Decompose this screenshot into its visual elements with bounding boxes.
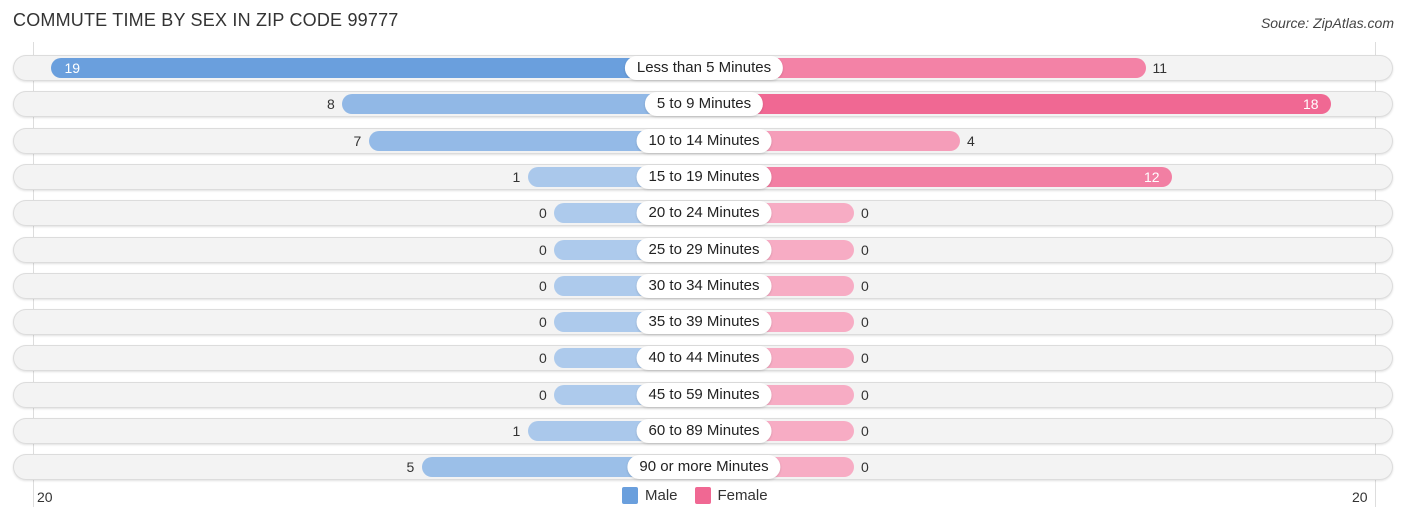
female-value-label: 0	[861, 277, 869, 294]
category-label: 5 to 9 Minutes	[644, 92, 764, 117]
male-value-label: 7	[353, 132, 362, 149]
category-label: 20 to 24 Minutes	[636, 201, 772, 226]
category-label: 60 to 89 Minutes	[636, 419, 772, 443]
legend-label-female: Female	[717, 487, 768, 504]
male-value-label: 1	[512, 423, 521, 439]
category-label: 25 to 29 Minutes	[636, 237, 772, 262]
category-label: 15 to 19 Minutes	[636, 164, 772, 189]
male-bar[interactable]	[50, 58, 714, 78]
female-value-label: 18	[1303, 96, 1319, 113]
category-label: 90 or more Minutes	[627, 455, 781, 480]
female-value-label: 0	[861, 386, 869, 403]
category-label: 10 to 14 Minutes	[636, 128, 772, 153]
female-value-label: 0	[861, 241, 869, 258]
male-value-label: 0	[539, 241, 547, 258]
category-label: 30 to 34 Minutes	[636, 273, 772, 298]
category-label: 40 to 44 Minutes	[636, 346, 772, 371]
female-value-label: 11	[1152, 60, 1168, 76]
female-value-label: 0	[861, 459, 869, 476]
legend-label-male: Male	[645, 487, 678, 504]
legend-item-female[interactable]: Female	[694, 487, 768, 504]
legend-swatch-female	[694, 487, 711, 504]
left-axis-tick: 20	[37, 489, 53, 505]
male-value-label: 0	[539, 314, 547, 331]
male-value-label: 5	[406, 459, 415, 476]
right-axis-tick: 20	[1352, 489, 1368, 505]
female-value-label: 0	[861, 205, 869, 222]
male-value-label: 0	[539, 277, 547, 294]
female-value-label: 12	[1144, 168, 1160, 185]
female-value-label: 0	[861, 350, 869, 367]
legend-swatch-male	[622, 487, 638, 504]
female-value-label: 0	[861, 423, 869, 439]
male-value-label: 0	[539, 386, 547, 403]
category-label: 35 to 39 Minutes	[636, 310, 772, 335]
category-label: Less than 5 Minutes	[624, 56, 784, 80]
category-label: 45 to 59 Minutes	[636, 382, 772, 407]
female-value-label: 4	[967, 132, 975, 149]
male-value-label: 8	[327, 96, 335, 113]
male-value-label: 0	[539, 205, 547, 222]
legend-item-male[interactable]: Male	[622, 487, 678, 504]
female-value-label: 0	[861, 314, 869, 331]
male-value-label: 1	[512, 168, 521, 185]
male-value-label: 0	[539, 350, 547, 367]
male-value-label: 19	[64, 60, 81, 76]
source-label: Source: ZipAtlas.com	[1260, 15, 1394, 31]
female-bar[interactable]	[694, 94, 1331, 115]
legend: Male Female	[622, 487, 785, 504]
chart-title: COMMUTE TIME BY SEX IN ZIP CODE 99777	[13, 10, 399, 30]
